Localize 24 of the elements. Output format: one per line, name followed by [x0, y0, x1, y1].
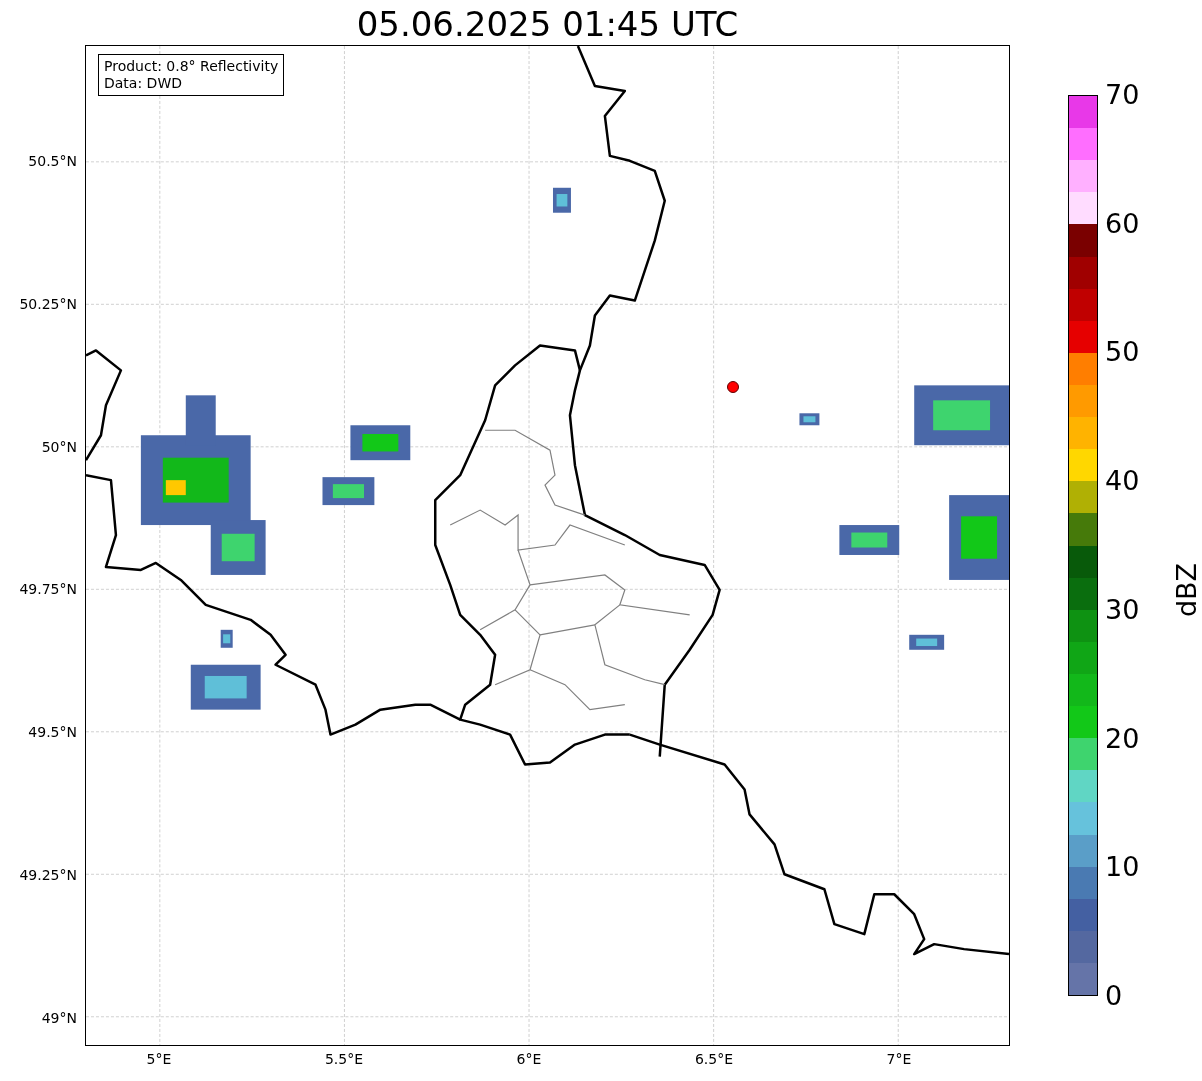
longitude-label: 7°E: [886, 1051, 912, 1067]
colorbar-tick-label: 20: [1105, 723, 1140, 754]
colorbar-tick-label: 50: [1105, 337, 1140, 368]
legend-text: Product: 0.8° Reflectivity: [104, 58, 279, 75]
chart-title: 05.06.2025 01:45 UTC: [356, 3, 739, 45]
latitude-label: 50.5°N: [28, 153, 77, 169]
colorbar-tick-label: 70: [1105, 80, 1140, 110]
colorbar-tick-label: 60: [1105, 208, 1140, 239]
colorbar-tick-label: 10: [1105, 852, 1140, 883]
latitude-label: 49°N: [41, 1009, 77, 1026]
latitude-label: 50°N: [41, 438, 77, 455]
longitude-label: 6°E: [516, 1051, 542, 1067]
longitude-label: 6.5°E: [694, 1051, 734, 1067]
longitude-label: 5°E: [146, 1051, 172, 1067]
legend-text: Data: DWD: [104, 75, 183, 92]
latitude-label: 49.25°N: [19, 867, 77, 883]
colorbar-tick-label: 0: [1105, 981, 1123, 1011]
colorbar-tick-label: 30: [1105, 594, 1140, 625]
colorbar-axis-label: dBZ: [1172, 562, 1202, 618]
longitude-label: 5.5°E: [324, 1051, 364, 1067]
colorbar-tick-label: 40: [1105, 466, 1140, 497]
latitude-label: 49.5°N: [28, 724, 77, 741]
latitude-label: 50.25°N: [19, 295, 77, 312]
latitude-label: 49.75°N: [19, 581, 77, 598]
